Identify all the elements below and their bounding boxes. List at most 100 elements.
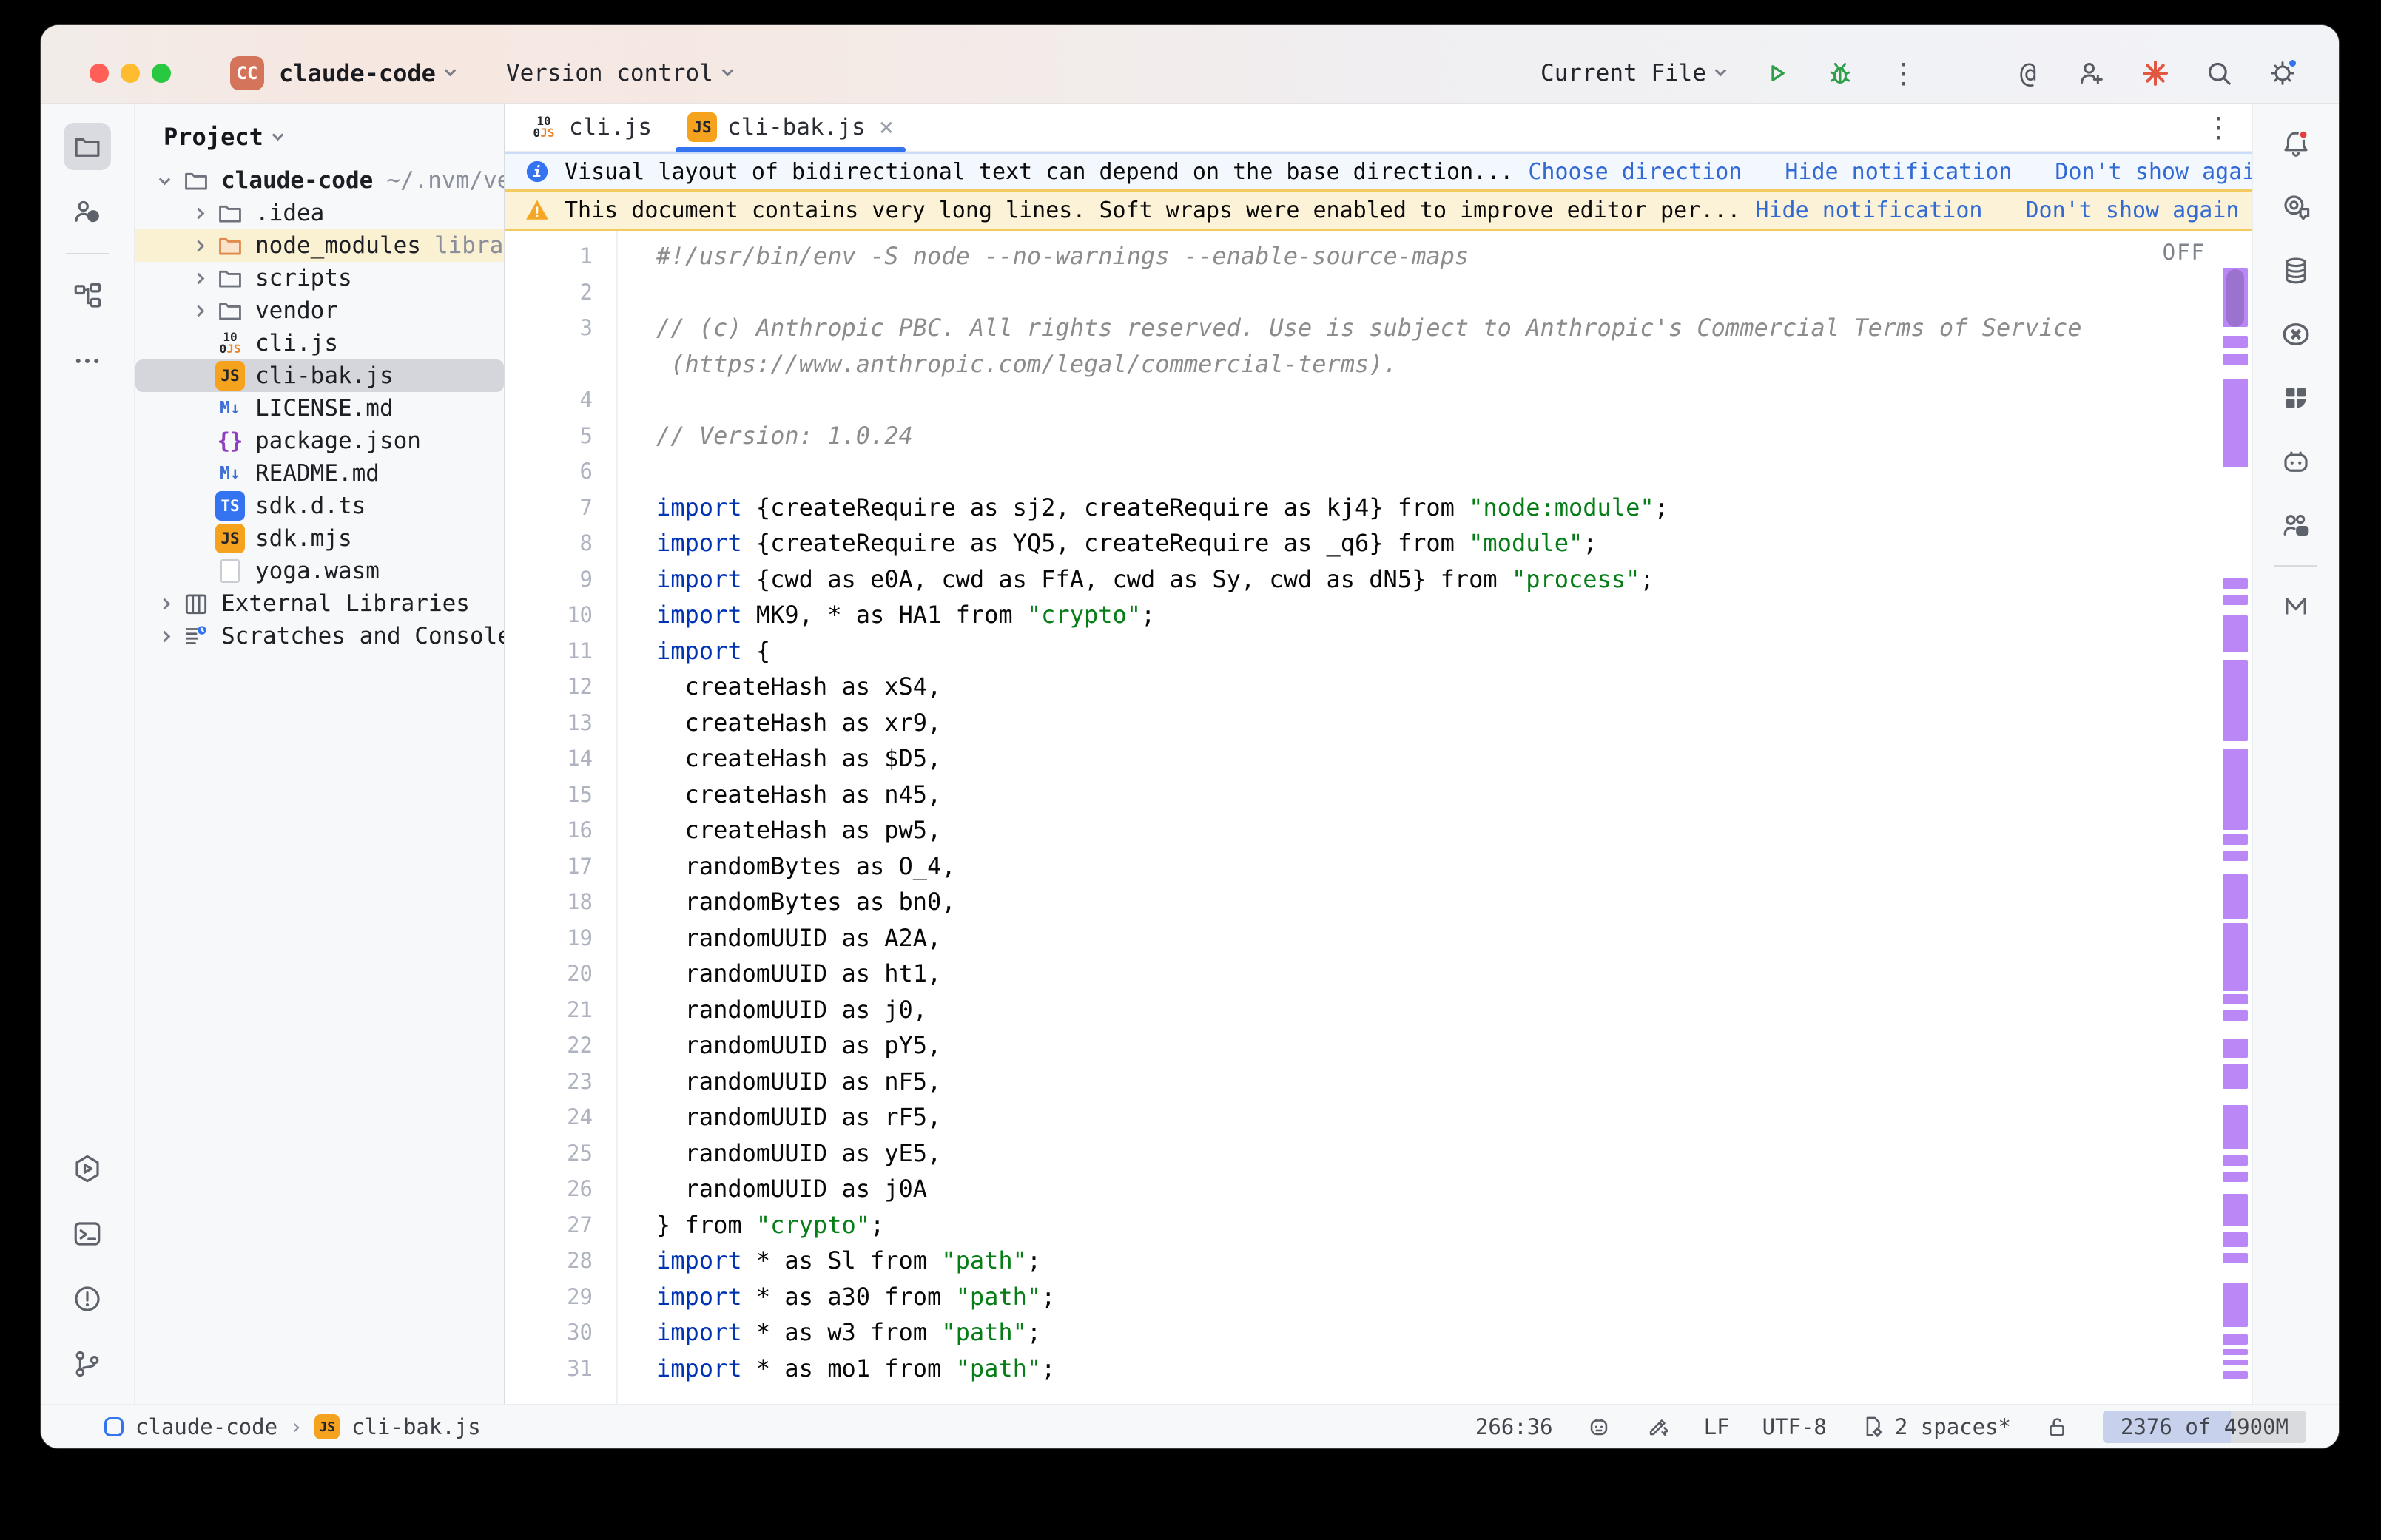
project-tree: claude-code~/.nvm/vers.ideanode_modulesl… bbox=[135, 160, 504, 652]
learn-toolwindow-button[interactable]: ? bbox=[64, 188, 111, 235]
run-configuration-selector[interactable]: Current File bbox=[1540, 60, 1729, 87]
tree-item-license-md[interactable]: M↓LICENSE.md bbox=[135, 392, 504, 425]
markdown-m-plugin-button[interactable] bbox=[2272, 583, 2320, 630]
pinwheel-plugin-button[interactable] bbox=[2272, 374, 2320, 422]
json-file-icon: {} bbox=[215, 426, 245, 456]
tree-item-vendor[interactable]: vendor bbox=[135, 294, 504, 327]
line-number: 23 bbox=[505, 1069, 616, 1094]
banner-link-hide-notification[interactable]: Hide notification bbox=[1785, 159, 2012, 185]
search-icon[interactable] bbox=[2203, 57, 2235, 90]
tree-item-sdk-mjs[interactable]: JSsdk.mjs bbox=[135, 522, 504, 555]
more-toolwindows-button[interactable] bbox=[64, 337, 111, 385]
editor-scrollbar[interactable] bbox=[2219, 231, 2252, 1404]
notifications-bell-button[interactable] bbox=[2272, 120, 2320, 167]
js-file-icon: JS bbox=[687, 112, 717, 142]
code-with-me-button[interactable] bbox=[2272, 501, 2320, 549]
soft-wrap-indicator: OFF bbox=[2163, 240, 2206, 265]
tab-cli-bak-js[interactable]: JS cli-bak.js × bbox=[670, 104, 912, 151]
ai-assistant-button[interactable]: @ bbox=[2012, 57, 2044, 90]
tree-item-scratches-and-consoles[interactable]: Scratches and Consoles bbox=[135, 620, 504, 652]
services-toolwindow-button[interactable] bbox=[64, 1145, 111, 1192]
breadcrumb-file[interactable]: cli-bak.js bbox=[351, 1414, 481, 1439]
tree-item-package-json[interactable]: {}package.json bbox=[135, 425, 504, 457]
lock-open-icon[interactable] bbox=[2044, 1414, 2070, 1440]
problems-toolwindow-button[interactable] bbox=[64, 1275, 111, 1323]
change-mark bbox=[2223, 1010, 2248, 1021]
tree-item-external-libraries[interactable]: External Libraries bbox=[135, 587, 504, 620]
code-line: 7import {createRequire as sj2, createReq… bbox=[505, 490, 2252, 526]
ai-assistant-toolwindow-button[interactable] bbox=[2272, 183, 2320, 231]
code-lines: 1#!/usr/bin/env -S node --no-warnings --… bbox=[505, 231, 2252, 1386]
code-editor[interactable]: 1#!/usr/bin/env -S node --no-warnings --… bbox=[505, 231, 2252, 1404]
line-separator-widget[interactable]: LF bbox=[1704, 1414, 1730, 1439]
code-line: 25 randomUUID as yE5, bbox=[505, 1135, 2252, 1172]
close-icon[interactable]: × bbox=[879, 112, 894, 142]
zoom-window-button[interactable] bbox=[152, 64, 171, 83]
change-mark bbox=[2223, 1194, 2248, 1226]
code-line: 4 bbox=[505, 382, 2252, 418]
change-mark bbox=[2223, 1349, 2248, 1355]
terminal-toolwindow-button[interactable] bbox=[64, 1210, 111, 1257]
tree-item-cli-bak-js[interactable]: JScli-bak.js bbox=[135, 359, 504, 392]
x-circle-plugin-button[interactable] bbox=[2272, 311, 2320, 358]
structure-toolwindow-button[interactable] bbox=[64, 272, 111, 320]
highlighting-off-icon[interactable] bbox=[1645, 1414, 1671, 1440]
more-actions-button[interactable]: ⋮ bbox=[1887, 57, 1920, 90]
chevron-down-icon[interactable] bbox=[147, 175, 181, 186]
folder-icon bbox=[215, 263, 245, 293]
chevron-right-icon[interactable] bbox=[147, 632, 181, 641]
tab-cli-js[interactable]: 10 0JS cli.js bbox=[511, 104, 670, 151]
tab-bar-more-button[interactable]: ⋮ bbox=[2204, 104, 2252, 151]
project-toolwindow-button[interactable] bbox=[64, 123, 111, 170]
encoding-widget[interactable]: UTF-8 bbox=[1762, 1414, 1827, 1439]
tree-item-yoga-wasm[interactable]: yoga.wasm bbox=[135, 555, 504, 587]
banner-link-don-t-show-again[interactable]: Don't show again bbox=[2055, 159, 2269, 185]
code-line: 9import {cwd as e0A, cwd as FfA, cwd as … bbox=[505, 561, 2252, 598]
tree-item-sdk-d-ts[interactable]: TSsdk.d.ts bbox=[135, 490, 504, 522]
chevron-right-icon[interactable] bbox=[181, 307, 215, 315]
module-icon bbox=[104, 1417, 124, 1436]
scrollbar-thumb[interactable] bbox=[2226, 269, 2244, 327]
add-user-button[interactable] bbox=[2075, 57, 2108, 90]
caret-position-widget[interactable]: 266:36 bbox=[1475, 1414, 1553, 1439]
chevron-right-icon[interactable] bbox=[181, 274, 215, 283]
banner-link-choose-direction[interactable]: Choose direction bbox=[1528, 159, 1742, 185]
close-window-button[interactable] bbox=[90, 64, 109, 83]
tree-item-node-modules[interactable]: node_moduleslibrary bbox=[135, 229, 504, 262]
minimize-window-button[interactable] bbox=[121, 64, 140, 83]
tab-label: cli.js bbox=[569, 114, 652, 141]
memory-indicator[interactable]: 2376 of 4900M bbox=[2103, 1411, 2306, 1443]
tree-item-cli-js[interactable]: 100JScli.js bbox=[135, 327, 504, 359]
banner-link-don-t-show-again[interactable]: Don't show again bbox=[2025, 197, 2239, 223]
chevron-right-icon[interactable] bbox=[181, 209, 215, 217]
tree-item-label: External Libraries bbox=[221, 590, 470, 617]
change-mark bbox=[2223, 749, 2248, 830]
debug-button[interactable] bbox=[1824, 57, 1856, 90]
settings-gear-icon[interactable] bbox=[2266, 57, 2299, 90]
tree-item-scripts[interactable]: scripts bbox=[135, 262, 504, 294]
bot-plugin-button[interactable] bbox=[2272, 438, 2320, 485]
change-mark bbox=[2223, 994, 2248, 1004]
indent-widget[interactable]: 2 spaces* bbox=[1859, 1414, 2011, 1440]
project-name-menu[interactable]: claude-code bbox=[279, 59, 436, 87]
run-button[interactable] bbox=[1760, 57, 1793, 90]
change-mark bbox=[2223, 1155, 2248, 1166]
line-number: 7 bbox=[505, 495, 616, 520]
tree-item-readme-md[interactable]: M↓README.md bbox=[135, 457, 504, 490]
chevron-right-icon[interactable] bbox=[147, 600, 181, 608]
status-bar: claude-code › JS cli-bak.js 266:36 LF UT… bbox=[41, 1404, 2339, 1448]
breadcrumb-project[interactable]: claude-code bbox=[135, 1414, 277, 1439]
git-branch-toolwindow-button[interactable] bbox=[64, 1340, 111, 1388]
change-mark bbox=[2223, 595, 2248, 605]
project-panel-header[interactable]: Project bbox=[135, 114, 504, 160]
tree-item--idea[interactable]: .idea bbox=[135, 197, 504, 229]
version-control-menu[interactable]: Version control bbox=[506, 60, 713, 87]
tree-item-claude-code[interactable]: claude-code~/.nvm/vers bbox=[135, 164, 504, 197]
banner-link-hide-notification[interactable]: Hide notification bbox=[1755, 197, 1982, 223]
database-toolwindow-button[interactable] bbox=[2272, 247, 2320, 294]
bot-status-icon[interactable] bbox=[1586, 1414, 1612, 1440]
chevron-right-icon[interactable] bbox=[181, 242, 215, 250]
js-file-icon: JS bbox=[314, 1414, 340, 1439]
sparkle-plugin-button[interactable] bbox=[2139, 57, 2172, 90]
tree-item-label: README.md bbox=[255, 460, 380, 487]
